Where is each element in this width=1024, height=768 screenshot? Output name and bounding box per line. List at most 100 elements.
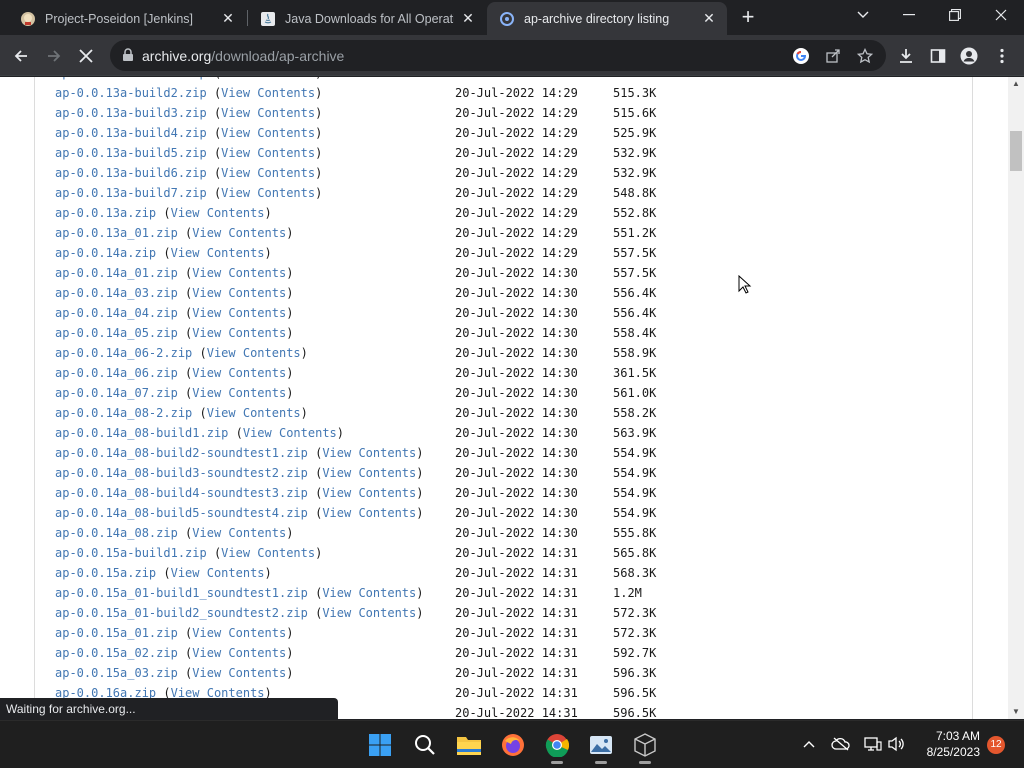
view-contents-link[interactable]: View Contents: [322, 486, 416, 500]
side-panel-button[interactable]: [925, 43, 951, 69]
new-tab-button[interactable]: +: [736, 6, 760, 30]
notification-badge[interactable]: 12: [987, 736, 1005, 754]
file-link[interactable]: ap-0.0.14a_04.zip: [55, 306, 178, 320]
view-contents-link[interactable]: View Contents: [322, 446, 416, 460]
view-contents-link[interactable]: View Contents: [192, 626, 286, 640]
file-link[interactable]: ap-0.0.14a_06.zip: [55, 366, 178, 380]
share-icon[interactable]: [823, 46, 843, 66]
view-contents-link[interactable]: View Contents: [171, 206, 265, 220]
file-link[interactable]: ap-0.0.15a_02.zip: [55, 646, 178, 660]
file-link[interactable]: ap-0.0.13a.zip: [55, 206, 156, 220]
file-link[interactable]: ap-0.0.14a_05.zip: [55, 326, 178, 340]
file-link[interactable]: ap-0.0.14a_08.zip: [55, 526, 178, 540]
file-link[interactable]: ap-0.0.13a-build1.zip: [55, 77, 207, 80]
stop-loading-button[interactable]: [73, 43, 99, 69]
file-link[interactable]: ap-0.0.14a_08-build4-soundtest3.zip: [55, 486, 308, 500]
menu-button[interactable]: [989, 43, 1015, 69]
scroll-up-arrow[interactable]: ▲: [1008, 77, 1024, 91]
view-contents-link[interactable]: View Contents: [192, 226, 286, 240]
file-link[interactable]: ap-0.0.15a_01.zip: [55, 626, 178, 640]
file-link[interactable]: ap-0.0.14a_08-2.zip: [55, 406, 192, 420]
search-icon[interactable]: [409, 729, 441, 761]
vertical-scrollbar[interactable]: ▲ ▼: [1008, 77, 1024, 719]
tab-ap-archive[interactable]: ap-archive directory listing ✕: [487, 2, 727, 35]
file-link[interactable]: ap-0.0.13a-build2.zip: [55, 86, 207, 100]
bookmark-star-icon[interactable]: [855, 46, 875, 66]
file-link[interactable]: ap-0.0.14a_08-build5-soundtest4.zip: [55, 506, 308, 520]
view-contents-link[interactable]: View Contents: [221, 106, 315, 120]
view-contents-link[interactable]: View Contents: [207, 406, 301, 420]
view-contents-link[interactable]: View Contents: [192, 526, 286, 540]
view-contents-link[interactable]: View Contents: [221, 186, 315, 200]
view-contents-link[interactable]: View Contents: [243, 426, 337, 440]
file-link[interactable]: ap-0.0.14a_03.zip: [55, 286, 178, 300]
cube-app-icon[interactable]: [629, 729, 661, 764]
file-link[interactable]: ap-0.0.14a_08-build3-soundtest2.zip: [55, 466, 308, 480]
view-contents-link[interactable]: View Contents: [171, 246, 265, 260]
close-window-button[interactable]: [978, 0, 1024, 30]
view-contents-link[interactable]: View Contents: [221, 77, 315, 80]
view-contents-link[interactable]: View Contents: [192, 646, 286, 660]
file-link[interactable]: ap-0.0.13a-build6.zip: [55, 166, 207, 180]
view-contents-link[interactable]: View Contents: [192, 366, 286, 380]
photo-app-icon[interactable]: [585, 729, 617, 764]
file-link[interactable]: ap-0.0.15a-build1.zip: [55, 546, 207, 560]
firefox-icon[interactable]: [497, 729, 529, 761]
view-contents-link[interactable]: View Contents: [192, 266, 286, 280]
tab-jenkins[interactable]: Project-Poseidon [Jenkins] ✕: [8, 2, 246, 35]
chrome-icon[interactable]: [541, 729, 573, 764]
volume-icon[interactable]: [885, 733, 907, 755]
tab-java[interactable]: Java Downloads for All Operating ✕: [248, 2, 486, 35]
google-lens-icon[interactable]: [791, 46, 811, 66]
scroll-down-arrow[interactable]: ▼: [1008, 705, 1024, 719]
restore-button[interactable]: [932, 0, 978, 30]
back-button[interactable]: [8, 43, 34, 69]
view-contents-link[interactable]: View Contents: [221, 546, 315, 560]
view-contents-link[interactable]: View Contents: [221, 146, 315, 160]
scrollbar-thumb[interactable]: [1010, 131, 1022, 171]
file-link[interactable]: ap-0.0.13a-build3.zip: [55, 106, 207, 120]
file-link[interactable]: ap-0.0.13a-build5.zip: [55, 146, 207, 160]
downloads-button[interactable]: [893, 43, 919, 69]
address-bar[interactable]: archive.org/download/ap-archive: [110, 40, 886, 71]
chevron-up-icon[interactable]: [798, 733, 820, 755]
file-link[interactable]: ap-0.0.15a_01-build1_soundtest1.zip: [55, 586, 308, 600]
close-icon[interactable]: ✕: [701, 10, 717, 27]
onedrive-icon[interactable]: [830, 733, 852, 755]
close-icon[interactable]: ✕: [220, 10, 236, 27]
file-explorer-icon[interactable]: [453, 729, 485, 761]
system-clock[interactable]: 7:03 AM 8/25/2023: [910, 728, 980, 760]
network-icon[interactable]: [862, 733, 884, 755]
view-contents-link[interactable]: View Contents: [221, 166, 315, 180]
forward-button[interactable]: [41, 43, 67, 69]
view-contents-link[interactable]: View Contents: [192, 666, 286, 680]
close-icon[interactable]: ✕: [460, 10, 476, 27]
file-link[interactable]: ap-0.0.14a_08-build2-soundtest1.zip: [55, 446, 308, 460]
file-link[interactable]: ap-0.0.14a.zip: [55, 246, 156, 260]
view-contents-link[interactable]: View Contents: [322, 606, 416, 620]
view-contents-link[interactable]: View Contents: [207, 346, 301, 360]
view-contents-link[interactable]: View Contents: [192, 386, 286, 400]
file-link[interactable]: ap-0.0.14a_08-build1.zip: [55, 426, 228, 440]
file-link[interactable]: ap-0.0.15a.zip: [55, 566, 156, 580]
view-contents-link[interactable]: View Contents: [171, 566, 265, 580]
profile-button[interactable]: [956, 43, 982, 69]
view-contents-link[interactable]: View Contents: [192, 326, 286, 340]
file-link[interactable]: ap-0.0.13a_01.zip: [55, 226, 178, 240]
view-contents-link[interactable]: View Contents: [192, 306, 286, 320]
view-contents-link[interactable]: View Contents: [322, 506, 416, 520]
file-link[interactable]: ap-0.0.13a-build7.zip: [55, 186, 207, 200]
file-link[interactable]: ap-0.0.15a_01-build2_soundtest2.zip: [55, 606, 308, 620]
file-link[interactable]: ap-0.0.14a_06-2.zip: [55, 346, 192, 360]
windows-start-icon[interactable]: [364, 729, 396, 761]
file-link[interactable]: ap-0.0.14a_01.zip: [55, 266, 178, 280]
view-contents-link[interactable]: View Contents: [221, 126, 315, 140]
view-contents-link[interactable]: View Contents: [322, 586, 416, 600]
view-contents-link[interactable]: View Contents: [221, 86, 315, 100]
file-link[interactable]: ap-0.0.14a_07.zip: [55, 386, 178, 400]
view-contents-link[interactable]: View Contents: [322, 466, 416, 480]
minimize-button[interactable]: [886, 0, 932, 30]
tab-search-button[interactable]: [840, 0, 886, 30]
view-contents-link[interactable]: View Contents: [192, 286, 286, 300]
file-link[interactable]: ap-0.0.15a_03.zip: [55, 666, 178, 680]
